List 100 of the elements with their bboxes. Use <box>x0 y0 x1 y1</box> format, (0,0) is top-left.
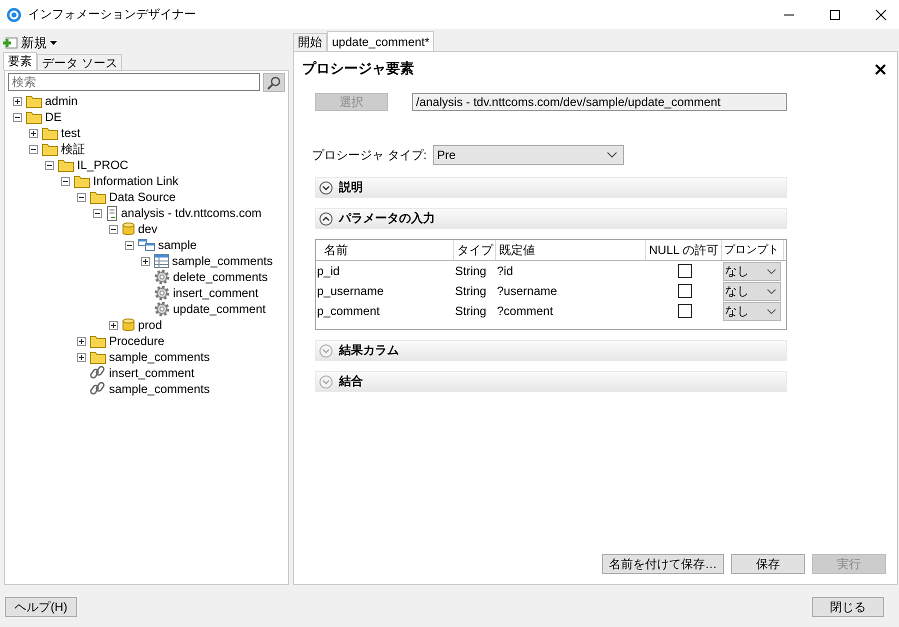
tree-item[interactable]: sample_comments <box>109 382 210 396</box>
tree-item[interactable]: insert_comment <box>109 366 194 380</box>
folder-icon <box>26 110 42 124</box>
close-button[interactable]: 閉じる <box>812 597 884 617</box>
expander-icon[interactable] <box>13 112 23 122</box>
table-cell-text: String <box>455 264 488 278</box>
search-button[interactable] <box>263 73 285 92</box>
folder-icon <box>74 174 90 188</box>
folder-icon <box>90 190 106 204</box>
gear-icon <box>154 269 170 285</box>
tree-item[interactable]: dev <box>138 222 158 236</box>
search-field[interactable]: 検索 <box>8 73 260 91</box>
app-logo-icon <box>6 6 22 22</box>
tree-item[interactable]: sample_comments <box>172 254 273 268</box>
close-icon[interactable] <box>875 64 886 74</box>
tree-item[interactable]: 検証 <box>61 140 85 158</box>
tree-item[interactable]: DE <box>45 110 62 124</box>
new-button[interactable]: 新規 <box>0 34 59 52</box>
database-icon <box>122 318 135 332</box>
tree-item[interactable]: Data Source <box>109 190 176 204</box>
folder-icon <box>90 350 106 364</box>
tree-item[interactable]: IL_PROC <box>77 158 128 172</box>
action-button[interactable]: 名前を付けて保存… <box>602 554 724 574</box>
help-button[interactable]: ヘルプ(H) <box>5 597 77 617</box>
expander-icon[interactable] <box>77 336 87 346</box>
expander-icon[interactable] <box>109 320 119 330</box>
checkbox[interactable] <box>678 284 692 298</box>
chevron-icon <box>607 152 617 158</box>
expander-icon[interactable] <box>141 256 151 266</box>
checkbox[interactable] <box>678 304 692 318</box>
expander-icon[interactable] <box>77 352 87 362</box>
tree-item[interactable]: insert_comment <box>173 286 258 300</box>
column-header[interactable]: 名前 <box>316 240 454 260</box>
expander-icon[interactable] <box>125 240 135 250</box>
database-icon <box>122 222 135 236</box>
prompt-dropdown[interactable]: なし <box>723 282 781 300</box>
panel-title: プロシージャ要素 <box>302 60 414 78</box>
table-cell-text: ?comment <box>497 304 554 318</box>
tree-item[interactable]: test <box>61 126 80 140</box>
caret-icon <box>50 41 57 45</box>
chevron-icon <box>767 308 776 314</box>
tree-item[interactable]: sample_comments <box>109 350 210 364</box>
chain-link-icon <box>90 381 106 397</box>
table-cell-text: String <box>455 304 488 318</box>
column-header[interactable]: NULL の許可 <box>646 240 722 260</box>
tree-item[interactable]: Information Link <box>93 174 178 188</box>
schema-icon <box>138 239 155 251</box>
table-cell-text: ?id <box>497 264 514 278</box>
table-cell-text: p_comment <box>316 304 381 318</box>
table-icon <box>154 254 169 268</box>
table-cell-text: p_id <box>316 264 341 278</box>
expander-icon[interactable] <box>61 176 71 186</box>
editor-tab[interactable]: update_comment* <box>327 31 434 51</box>
panel-tab[interactable]: データ ソース <box>37 54 122 70</box>
editor-tab[interactable]: 開始 <box>293 33 327 51</box>
expander-icon[interactable] <box>45 160 55 170</box>
window-title: インフォメーションデザイナー <box>28 6 197 23</box>
folder-icon <box>42 126 58 140</box>
folder-icon <box>42 142 58 156</box>
column-header[interactable]: 既定値 <box>496 240 646 260</box>
tree-item[interactable]: prod <box>138 318 162 332</box>
prompt-dropdown[interactable]: なし <box>723 262 781 280</box>
section-header[interactable]: 説明 <box>315 177 787 198</box>
maximize-icon[interactable] <box>829 8 841 20</box>
tree-item[interactable]: update_comment <box>173 302 266 316</box>
expander-icon[interactable] <box>77 192 87 202</box>
tree-item[interactable]: admin <box>45 94 78 108</box>
expander-icon[interactable] <box>109 224 119 234</box>
column-header[interactable]: プロンプト <box>722 240 784 260</box>
expander-icon[interactable] <box>29 144 39 154</box>
expander-icon[interactable] <box>13 96 23 106</box>
tree-item[interactable]: sample <box>158 238 197 252</box>
tree-item[interactable]: delete_comments <box>173 270 268 284</box>
close-icon[interactable] <box>875 8 887 20</box>
chain-link-icon <box>90 365 106 381</box>
document-icon <box>106 206 118 220</box>
chevron-icon <box>767 288 776 294</box>
section-header[interactable]: パラメータの入力 <box>315 208 787 229</box>
table-cell-text: String <box>455 284 488 298</box>
plus-icon <box>2 36 18 50</box>
folder-icon <box>90 334 106 348</box>
expander-icon[interactable] <box>93 208 103 218</box>
path-field: /analysis - tdv.nttcoms.com/dev/sample/update_comment <box>412 93 787 111</box>
table-cell-text: ?username <box>497 284 558 298</box>
folder-icon <box>26 94 42 108</box>
tree-item[interactable]: Procedure <box>109 334 164 348</box>
chevron-icon <box>767 268 776 274</box>
prompt-dropdown[interactable]: なし <box>723 302 781 320</box>
action-button[interactable]: 保存 <box>731 554 805 574</box>
type-dropdown[interactable]: Pre <box>433 145 624 165</box>
gear-icon <box>154 301 170 317</box>
panel-tab[interactable]: 要素 <box>3 52 37 70</box>
gear-icon <box>154 285 170 301</box>
checkbox[interactable] <box>678 264 692 278</box>
expander-icon[interactable] <box>29 128 39 138</box>
column-header[interactable]: タイプ <box>454 240 496 260</box>
folder-icon <box>58 158 74 172</box>
field-label: プロシージャ タイプ: <box>312 146 428 164</box>
tree-item[interactable]: analysis - tdv.nttcoms.com <box>121 206 262 220</box>
table-cell-text: p_username <box>316 284 385 298</box>
